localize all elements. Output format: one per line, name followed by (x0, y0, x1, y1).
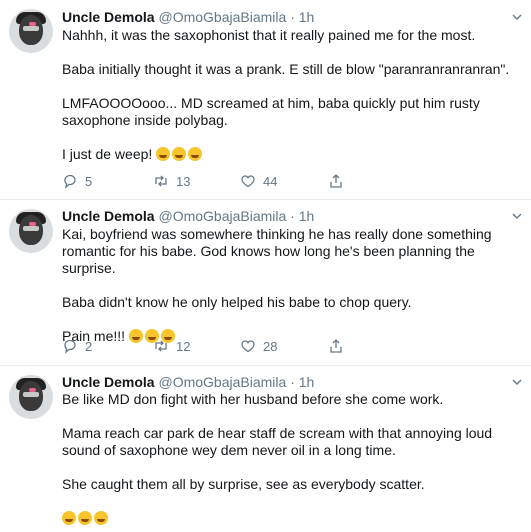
tweet-header: Uncle Demola @OmoGbajaBiamila · 1h (62, 8, 314, 26)
share-button[interactable] (328, 337, 344, 355)
timestamp[interactable]: · 1h (290, 374, 314, 390)
share-icon (330, 339, 342, 353)
tweet-paragraph: She caught them all by surprise, see as … (62, 476, 425, 492)
crying-laughing-emoji-icon (62, 511, 76, 525)
crying-emoji-icon (188, 147, 203, 161)
crying-laughing-emoji-icon (78, 511, 92, 525)
tweet-paragraph: I just de weep! (62, 146, 524, 163)
tweet-paragraph: Kai, boyfriend was somewhere thinking he… (62, 226, 492, 276)
tweet-text: Kai, boyfriend was somewhere thinking he… (62, 226, 524, 345)
retweet-icon (155, 340, 167, 352)
chevron-down-icon[interactable] (512, 211, 522, 221)
tweet-header: Uncle Demola @OmoGbajaBiamila · 1h (62, 373, 314, 391)
tweet-paragraph (62, 510, 524, 527)
tweet-paragraph: Baba initially thought it was a prank. E… (62, 61, 510, 77)
chevron-down-icon[interactable] (512, 377, 522, 387)
like-count: 44 (263, 173, 278, 189)
reply-icon (64, 174, 76, 189)
like-button[interactable]: 44 (240, 172, 277, 190)
tweet[interactable]: Uncle Demola @OmoGbajaBiamila · 1h Be li… (0, 366, 531, 532)
author-handle[interactable]: @OmoGbajaBiamila (158, 9, 286, 25)
tweet[interactable]: Uncle Demola @OmoGbajaBiamila · 1h Kai, … (0, 200, 531, 366)
like-button[interactable]: 28 (240, 337, 277, 355)
timestamp[interactable]: · 1h (290, 208, 314, 224)
like-icon (241, 175, 255, 188)
tweet-actions: 5 13 44 (62, 172, 362, 190)
retweet-icon (155, 175, 167, 187)
tweet-header: Uncle Demola @OmoGbajaBiamila · 1h (62, 207, 314, 225)
author-handle[interactable]: @OmoGbajaBiamila (158, 208, 286, 224)
tweet[interactable]: Uncle Demola @OmoGbajaBiamila · 1h Nahhh… (0, 0, 531, 200)
share-icon (330, 174, 342, 188)
avatar[interactable] (9, 209, 53, 253)
crying-emoji-icon (172, 147, 187, 161)
retweet-count: 13 (176, 173, 191, 189)
tweet-text: Be like MD don fight with her husband be… (62, 391, 524, 527)
tweet-paragraph: LMFAOOOOooo... MD screamed at him, baba … (62, 95, 480, 128)
author-name[interactable]: Uncle Demola (62, 208, 155, 224)
tweet-paragraph: Be like MD don fight with her husband be… (62, 391, 444, 407)
author-name[interactable]: Uncle Demola (62, 9, 155, 25)
reply-count: 2 (85, 338, 93, 354)
retweet-button[interactable]: 12 (153, 337, 190, 355)
reply-icon (64, 339, 76, 354)
share-button[interactable] (328, 172, 344, 190)
author-handle[interactable]: @OmoGbajaBiamila (158, 374, 286, 390)
retweet-count: 12 (176, 338, 191, 354)
timestamp[interactable]: · 1h (290, 9, 314, 25)
author-name[interactable]: Uncle Demola (62, 374, 155, 390)
crying-laughing-emoji-icon (94, 511, 108, 525)
reply-button[interactable]: 2 (62, 337, 92, 355)
tweet-paragraph: Baba didn't know he only helped his babe… (62, 294, 412, 310)
like-count: 28 (263, 338, 278, 354)
reply-count: 5 (85, 173, 93, 189)
tweet-paragraph: Mama reach car park de hear staff de scr… (62, 425, 493, 458)
crying-emoji-icon (156, 147, 171, 161)
reply-button[interactable]: 5 (62, 172, 92, 190)
tweet-actions: 2 12 28 (62, 337, 362, 355)
chevron-down-icon[interactable] (512, 12, 522, 22)
tweet-paragraph: Nahhh, it was the saxophonist that it re… (62, 27, 476, 43)
tweet-text: Nahhh, it was the saxophonist that it re… (62, 27, 524, 163)
avatar[interactable] (9, 9, 53, 53)
like-icon (241, 340, 255, 353)
avatar[interactable] (9, 375, 53, 419)
retweet-button[interactable]: 13 (153, 172, 190, 190)
